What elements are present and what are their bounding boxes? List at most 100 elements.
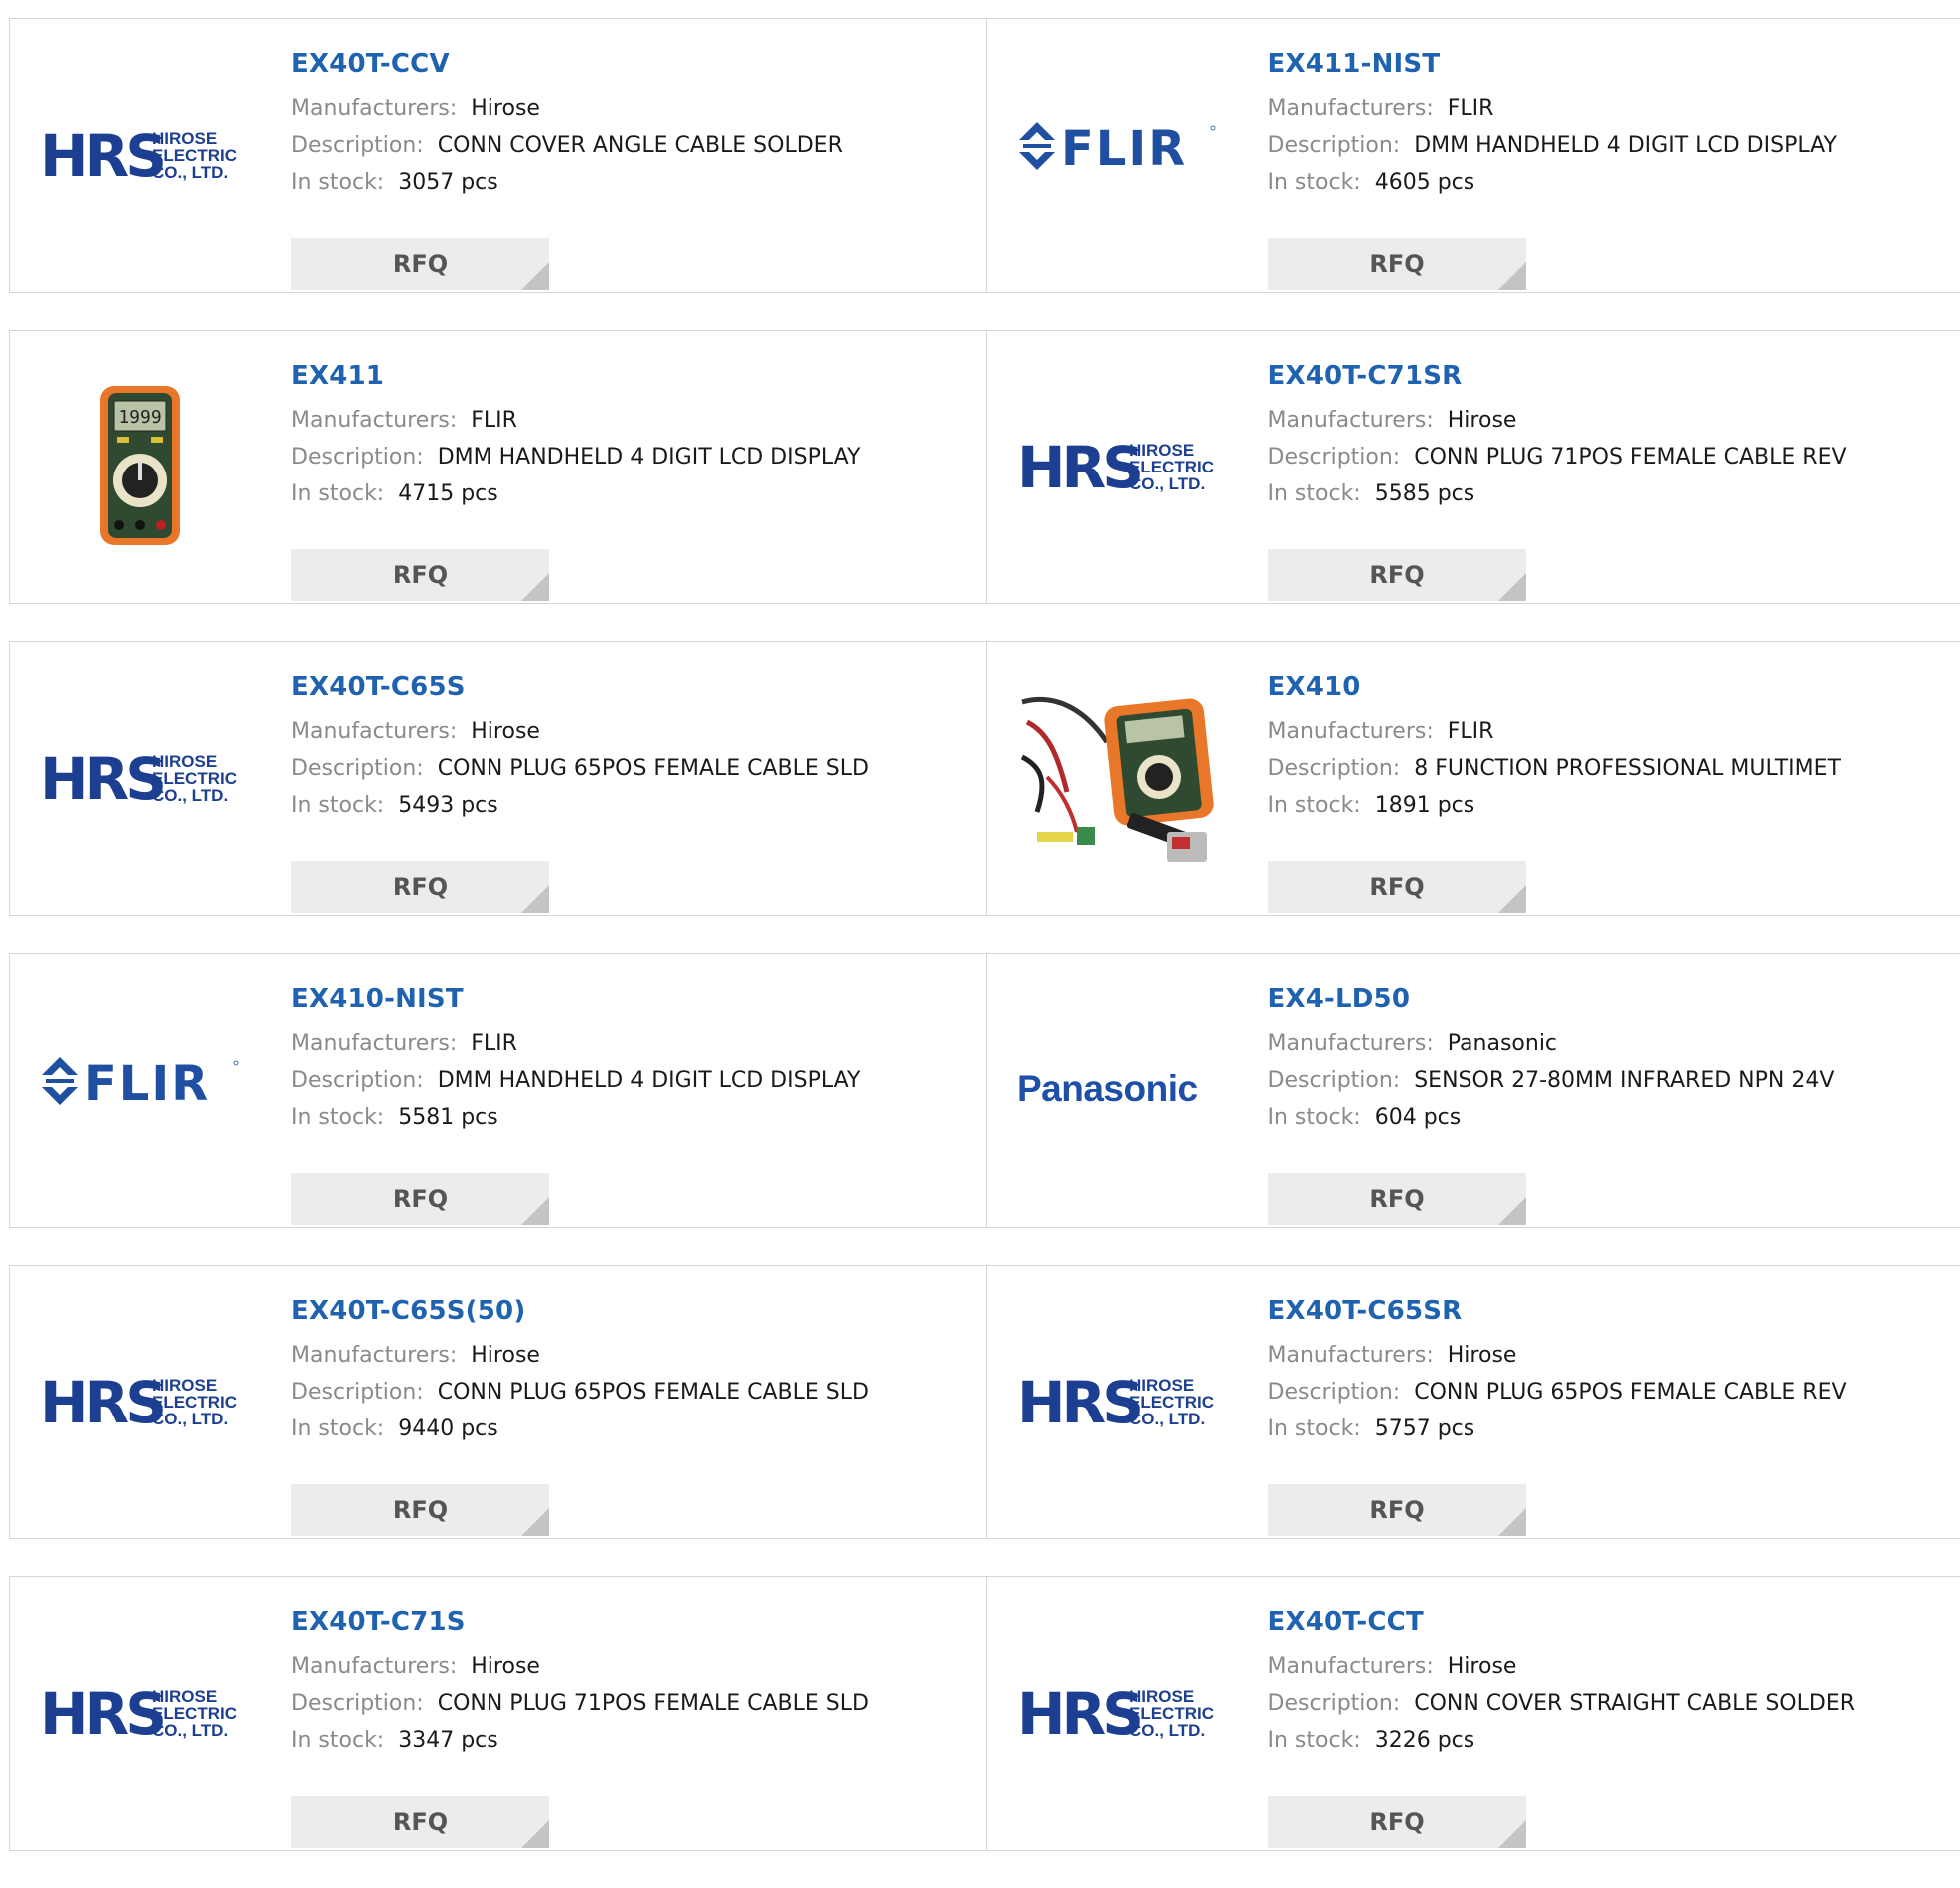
part-number-link[interactable]: EX40T-C65S(50): [291, 1294, 869, 1328]
hrs-logo-icon[interactable]: HRS HIROSE ELECTRIC CO., LTD.: [1017, 1306, 1217, 1495]
description-value: CONN PLUG 65POS FEMALE CABLE REV: [1414, 1380, 1846, 1405]
rfq-label: RFQ: [393, 1496, 448, 1524]
part-number-link[interactable]: EX411: [291, 359, 860, 393]
manufacturers-label: Manufacturers:: [1268, 1654, 1434, 1679]
rfq-button[interactable]: RFQ: [291, 238, 549, 290]
description-value: SENSOR 27-80MM INFRARED NPN 24V: [1414, 1068, 1834, 1093]
multimeter-kit-image-icon[interactable]: [1017, 682, 1217, 872]
svg-text:HRS: HRS: [1017, 1680, 1140, 1747]
stock-label: In stock:: [291, 793, 384, 818]
description-value: DMM HANDHELD 4 DIGIT LCD DISPLAY: [438, 1068, 861, 1093]
corner-triangle-icon: [1498, 1508, 1526, 1536]
rfq-label: RFQ: [1369, 873, 1424, 901]
stock-label: In stock:: [291, 1728, 384, 1753]
corner-triangle-icon: [1498, 262, 1526, 290]
hrs-logo-icon[interactable]: HRS HIROSE ELECTRIC CO., LTD.: [40, 682, 240, 872]
manufacturers-label: Manufacturers:: [1268, 96, 1434, 121]
hrs-logo-icon[interactable]: HRS HIROSE ELECTRIC CO., LTD.: [1017, 1617, 1217, 1807]
part-number-link[interactable]: EX411-NIST: [1268, 47, 1837, 81]
corner-triangle-icon: [1498, 573, 1526, 601]
rfq-label: RFQ: [393, 873, 448, 901]
part-number-link[interactable]: EX40T-C65SR: [1268, 1294, 1847, 1328]
multimeter-image-icon[interactable]: 1999: [40, 371, 240, 560]
description-label: Description:: [291, 756, 424, 781]
rfq-button[interactable]: RFQ: [1268, 238, 1526, 290]
part-number-link[interactable]: EX410-NIST: [291, 982, 860, 1016]
manufacturers-label: Manufacturers:: [1268, 719, 1434, 744]
hrs-logo-icon[interactable]: HRS HIROSE ELECTRIC CO., LTD.: [40, 1306, 240, 1495]
rfq-button[interactable]: RFQ: [291, 1173, 549, 1225]
manufacturers-label: Manufacturers:: [291, 96, 457, 121]
svg-text:FLIR: FLIR: [84, 1056, 210, 1112]
description-label: Description:: [1268, 445, 1401, 470]
panasonic-logo-icon[interactable]: Panasonic: [1017, 994, 1217, 1184]
corner-triangle-icon: [1498, 885, 1526, 913]
stock-label: In stock:: [291, 1416, 384, 1441]
hrs-logo-icon[interactable]: HRS HIROSE ELECTRIC CO., LTD.: [40, 59, 240, 249]
rfq-label: RFQ: [1369, 1185, 1424, 1213]
manufacturers-label: Manufacturers:: [291, 1031, 457, 1056]
manufacturer-value: Hirose: [471, 719, 540, 744]
corner-triangle-icon: [1498, 1820, 1526, 1848]
svg-text:Panasonic: Panasonic: [1017, 1068, 1198, 1109]
rfq-button[interactable]: RFQ: [1268, 1796, 1526, 1848]
rfq-button[interactable]: RFQ: [1268, 861, 1526, 913]
product-row: HRS HIROSE ELECTRIC CO., LTD. EX40T-C71S…: [9, 1576, 1960, 1851]
part-number-link[interactable]: EX410: [1268, 670, 1841, 704]
part-number-link[interactable]: EX40T-C65S: [291, 670, 869, 704]
part-number-link[interactable]: EX40T-CCT: [1268, 1605, 1856, 1639]
corner-triangle-icon: [521, 885, 549, 913]
product-card: HRS HIROSE ELECTRIC CO., LTD. EX40T-C65S…: [9, 641, 986, 916]
product-row: HRS HIROSE ELECTRIC CO., LTD. EX40T-C65S…: [9, 641, 1960, 916]
product-card: EX410 Manufacturers:FLIR Description:8 F…: [986, 641, 1960, 916]
part-number-link[interactable]: EX4-LD50: [1268, 982, 1835, 1016]
product-grid: HRS HIROSE ELECTRIC CO., LTD. EX40T-CCV …: [9, 18, 1960, 1888]
rfq-button[interactable]: RFQ: [1268, 1173, 1526, 1225]
part-number-link[interactable]: EX40T-C71SR: [1268, 359, 1847, 393]
description-value: CONN PLUG 65POS FEMALE CABLE SLD: [438, 1380, 869, 1405]
rfq-label: RFQ: [393, 561, 448, 589]
manufacturer-value: Hirose: [1448, 1654, 1517, 1679]
flir-logo-icon[interactable]: FLIR: [1017, 59, 1217, 249]
rfq-label: RFQ: [393, 250, 448, 278]
stock-value: 5757 pcs: [1375, 1416, 1475, 1441]
rfq-button[interactable]: RFQ: [291, 1484, 549, 1536]
stock-value: 9440 pcs: [398, 1416, 498, 1441]
stock-label: In stock:: [1268, 1416, 1361, 1441]
rfq-button[interactable]: RFQ: [291, 1796, 549, 1848]
stock-label: In stock:: [1268, 1105, 1361, 1130]
stock-value: 604 pcs: [1375, 1105, 1462, 1130]
stock-value: 3226 pcs: [1375, 1728, 1475, 1753]
part-number-link[interactable]: EX40T-CCV: [291, 47, 843, 81]
description-label: Description:: [291, 1068, 424, 1093]
svg-text:HRS: HRS: [1017, 434, 1140, 500]
svg-text:HRS: HRS: [1017, 1369, 1140, 1435]
manufacturer-value: Panasonic: [1448, 1031, 1557, 1056]
rfq-button[interactable]: RFQ: [291, 861, 549, 913]
manufacturer-value: Hirose: [471, 1654, 540, 1679]
rfq-button[interactable]: RFQ: [1268, 1484, 1526, 1536]
product-card: FLIR EX411-NIST Manufacturers:FLIR Descr…: [986, 18, 1960, 293]
svg-text:CO., LTD.: CO., LTD.: [152, 1410, 228, 1428]
description-label: Description:: [1268, 1380, 1401, 1405]
product-card: FLIR EX410-NIST Manufacturers:FLIR Descr…: [9, 953, 986, 1228]
hrs-logo-icon[interactable]: HRS HIROSE ELECTRIC CO., LTD.: [40, 1617, 240, 1807]
part-number-link[interactable]: EX40T-C71S: [291, 1605, 869, 1639]
svg-text:CO., LTD.: CO., LTD.: [152, 163, 228, 182]
stock-label: In stock:: [291, 1105, 384, 1130]
manufacturer-value: Hirose: [471, 96, 540, 121]
stock-value: 4605 pcs: [1375, 170, 1475, 195]
description-value: DMM HANDHELD 4 DIGIT LCD DISPLAY: [1414, 133, 1837, 158]
rfq-button[interactable]: RFQ: [291, 549, 549, 601]
description-value: CONN PLUG 65POS FEMALE CABLE SLD: [438, 756, 869, 781]
product-card: HRS HIROSE ELECTRIC CO., LTD. EX40T-CCV …: [9, 18, 986, 293]
flir-logo-icon[interactable]: FLIR: [40, 994, 240, 1184]
description-label: Description:: [1268, 133, 1401, 158]
product-card: Panasonic EX4-LD50 Manufacturers: Panason…: [986, 953, 1960, 1228]
rfq-button[interactable]: RFQ: [1268, 549, 1526, 601]
svg-text:HRS: HRS: [40, 1369, 163, 1435]
product-card: HRS HIROSE ELECTRIC CO., LTD. EX40T-C71S…: [9, 1576, 986, 1851]
hrs-logo-icon[interactable]: HRS HIROSE ELECTRIC CO., LTD.: [1017, 371, 1217, 560]
manufacturers-label: Manufacturers:: [1268, 1031, 1434, 1056]
description-value: 8 FUNCTION PROFESSIONAL MULTIMET: [1414, 756, 1841, 781]
